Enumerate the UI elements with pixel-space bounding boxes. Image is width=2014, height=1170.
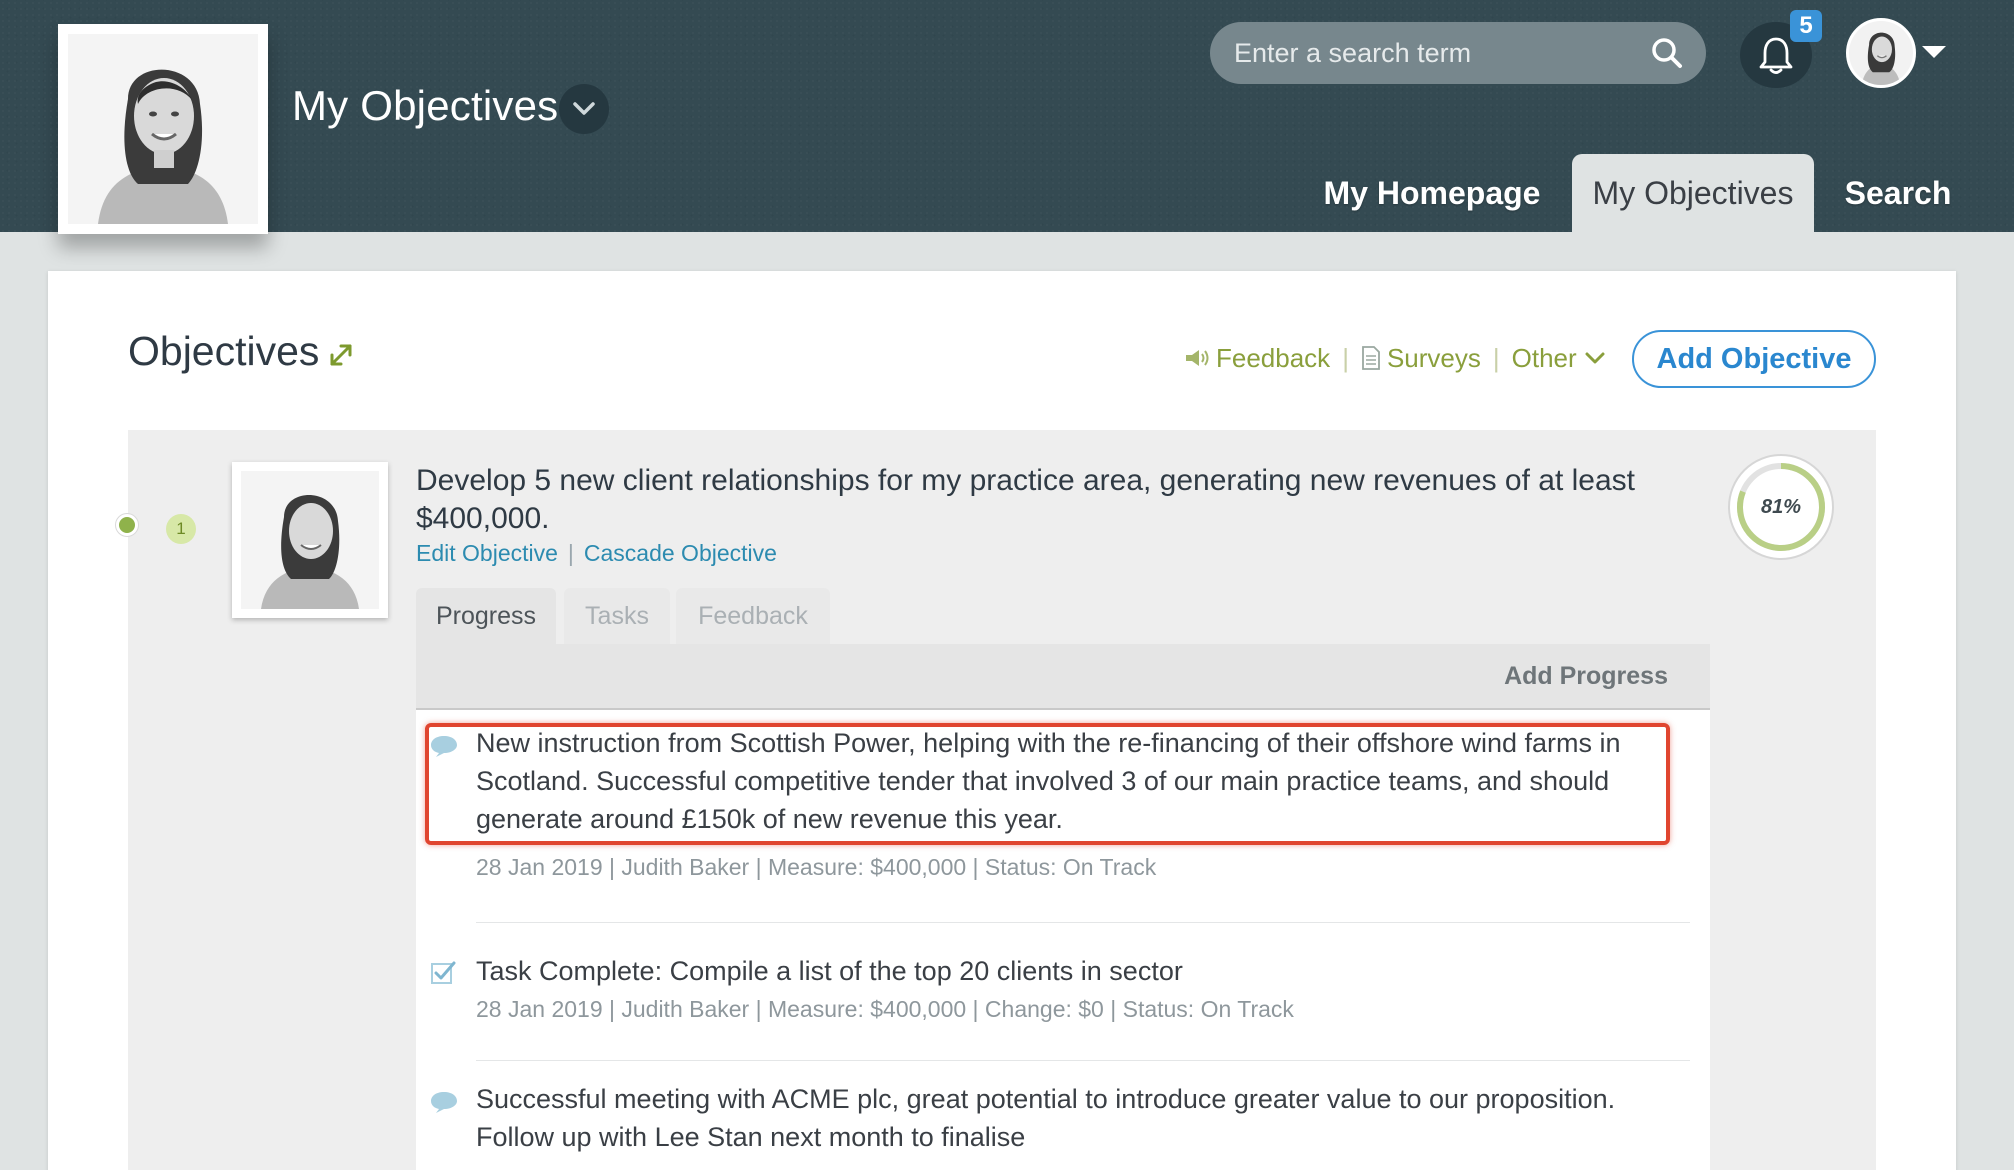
tab-feedback[interactable]: Feedback (676, 588, 830, 644)
document-icon (1362, 346, 1380, 370)
toolbar-separator: | (1492, 342, 1500, 373)
add-progress-button[interactable]: Add Progress (1504, 662, 1668, 691)
notification-count-badge: 5 (1790, 10, 1822, 42)
chevron-down-icon (573, 102, 595, 115)
entry-text: Successful meeting with ACME plc, great … (476, 1084, 1616, 1152)
progress-header: Add Progress (416, 644, 1710, 710)
other-dropdown[interactable]: Other (1512, 343, 1605, 374)
objective-rank-badge: 1 (166, 514, 196, 544)
objective-owner-photo[interactable] (232, 462, 388, 618)
entry-text: Task Complete: Compile a list of the top… (476, 956, 1183, 986)
chevron-down-icon (1585, 352, 1605, 364)
expand-icon[interactable] (328, 342, 354, 368)
user-avatar[interactable] (1846, 18, 1916, 88)
add-objective-button[interactable]: Add Objective (1632, 330, 1876, 388)
entry-divider (476, 922, 1690, 923)
owner-portrait-graphic (241, 471, 379, 609)
avatar-portrait-graphic (1849, 21, 1913, 85)
entry-divider (476, 1060, 1690, 1061)
page-title: My Objectives (292, 82, 559, 129)
objective-title: Develop 5 new client relationships for m… (416, 464, 1635, 535)
search-input[interactable] (1234, 22, 1634, 84)
progress-entries: New instruction from Scottish Power, hel… (416, 710, 1710, 1170)
search-box (1210, 22, 1706, 84)
objectives-toolbar: Feedback | Surveys | Other (1184, 340, 1605, 376)
profile-photo[interactable] (58, 24, 268, 234)
progress-percent: 81% (1760, 495, 1802, 518)
tab-search[interactable]: Search (1836, 154, 1960, 232)
cascade-objective-link[interactable]: Cascade Objective (584, 540, 777, 567)
entry-meta: 28 Jan 2019 | Judith Baker | Measure: $4… (476, 996, 1294, 1022)
bell-icon (1759, 37, 1793, 74)
tab-tasks[interactable]: Tasks (564, 588, 670, 644)
megaphone-icon (1186, 350, 1209, 366)
edit-objective-link[interactable]: Edit Objective (416, 540, 558, 567)
tab-my-homepage[interactable]: My Homepage (1310, 154, 1554, 232)
entry-text: New instruction from Scottish Power, hel… (476, 728, 1621, 834)
status-indicator-dot (116, 514, 138, 536)
comment-icon (431, 1092, 457, 1113)
surveys-link[interactable]: Surveys (1361, 343, 1481, 374)
link-separator: | (567, 540, 574, 566)
page-switcher-button[interactable] (559, 84, 609, 134)
tab-my-objectives[interactable]: My Objectives (1572, 154, 1814, 232)
feedback-label: Feedback (1216, 342, 1331, 373)
toolbar-separator: | (1342, 342, 1349, 373)
objective-actions: Edit Objective | Cascade Objective (416, 540, 777, 567)
person-portrait-graphic (68, 34, 258, 224)
feedback-link[interactable]: Feedback (1184, 343, 1330, 374)
tab-progress[interactable]: Progress (416, 588, 556, 644)
search-icon[interactable] (1650, 36, 1684, 70)
other-label: Other (1511, 342, 1577, 373)
surveys-label: Surveys (1386, 342, 1481, 373)
checkbox-icon (431, 961, 456, 984)
portrait-image (68, 34, 258, 224)
entry-meta: 28 Jan 2019 | Judith Baker | Measure: $4… (476, 854, 1157, 880)
objectives-heading: Objectives (128, 328, 320, 374)
comment-icon (431, 736, 457, 757)
user-menu-caret-icon[interactable] (1922, 46, 1946, 58)
